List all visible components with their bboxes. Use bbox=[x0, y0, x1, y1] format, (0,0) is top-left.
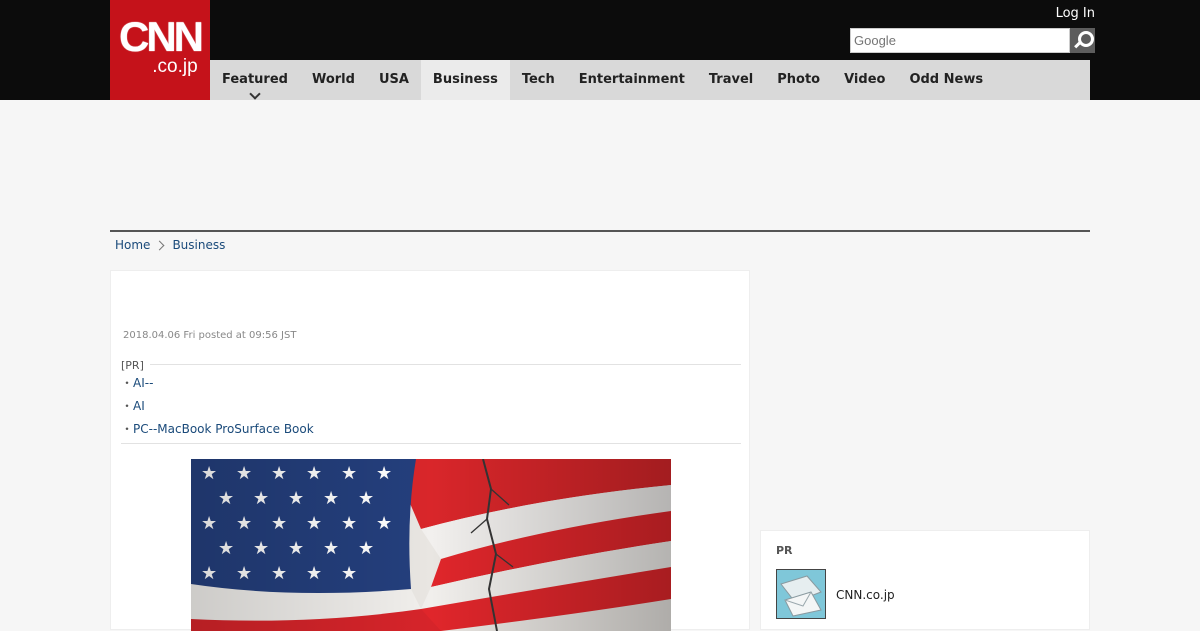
breadcrumb-current[interactable]: Business bbox=[172, 238, 225, 252]
nav-business[interactable]: Business bbox=[420, 60, 510, 100]
breadcrumb-home[interactable]: Home bbox=[115, 238, 150, 252]
sidebar-pr-tag: PR bbox=[776, 544, 793, 557]
search-input[interactable] bbox=[850, 28, 1070, 53]
nav-label: Odd News bbox=[909, 72, 984, 87]
sidebar-pr-box: PR CNN.co.jp bbox=[760, 530, 1090, 630]
nav-label: Photo bbox=[777, 72, 821, 87]
nav-odd-news[interactable]: Odd News bbox=[897, 60, 995, 100]
list-item: ・AI-- bbox=[121, 375, 314, 398]
sidebar-pr-label[interactable]: CNN.co.jp bbox=[836, 588, 895, 602]
pr-tag: [PR] bbox=[121, 359, 150, 372]
nav-label: Tech bbox=[521, 72, 555, 87]
nav-label: World bbox=[311, 72, 355, 87]
search-icon bbox=[1078, 31, 1094, 47]
nav-label: USA bbox=[378, 72, 409, 87]
nav-photo[interactable]: Photo bbox=[765, 60, 832, 100]
post-date: 2018.04.06 Fri posted at 09:56 JST bbox=[123, 330, 297, 341]
search-form bbox=[850, 28, 1095, 53]
breadcrumb: Home Business bbox=[115, 238, 225, 252]
laptop-mail-icon bbox=[777, 570, 825, 618]
bullet: ・ bbox=[121, 422, 134, 436]
nav-label: Entertainment bbox=[578, 72, 685, 87]
pr-links-block: [PR] ・AI-- ・AI ・PC--MacBook ProSurface B… bbox=[121, 359, 741, 444]
logo-sub-text: .co.jp bbox=[152, 56, 198, 77]
list-item: ・PC--MacBook ProSurface Book bbox=[121, 421, 314, 444]
chevron-right-icon bbox=[154, 240, 165, 250]
nav-label: Travel bbox=[708, 72, 754, 87]
bullet: ・ bbox=[121, 399, 134, 413]
nav-featured[interactable]: Featured bbox=[210, 60, 300, 100]
search-button[interactable] bbox=[1070, 28, 1095, 53]
chevron-down-icon bbox=[249, 88, 261, 100]
logo-main-text: CNN bbox=[119, 13, 204, 60]
nav-tech[interactable]: Tech bbox=[510, 60, 567, 100]
top-header-bar: CNN .co.jp Log In Featured World USA Bus… bbox=[0, 0, 1200, 100]
nav-world[interactable]: World bbox=[300, 60, 367, 100]
list-item: ・AI bbox=[121, 398, 314, 421]
login-link[interactable]: Log In bbox=[1056, 6, 1095, 21]
main-nav: Featured World USA Business Tech Enterta… bbox=[210, 60, 1090, 100]
us-flag-graphic: ★★★★★★ ★★★★★ ★★★★★★ ★★★★★ ★★★★★ bbox=[191, 459, 671, 631]
article-image-us-flag: ★★★★★★ ★★★★★ ★★★★★★ ★★★★★ ★★★★★ bbox=[191, 459, 671, 631]
pr-link[interactable]: AI bbox=[133, 399, 145, 413]
cnn-logo[interactable]: CNN .co.jp bbox=[110, 0, 210, 100]
sidebar-pr-thumbnail[interactable] bbox=[776, 569, 826, 619]
pr-link-list: ・AI-- ・AI ・PC--MacBook ProSurface Book bbox=[121, 375, 314, 444]
nav-video[interactable]: Video bbox=[832, 60, 897, 100]
nav-travel[interactable]: Travel bbox=[697, 60, 765, 100]
pr-link[interactable]: PC--MacBook ProSurface Book bbox=[133, 422, 314, 436]
nav-label: Featured bbox=[222, 72, 288, 87]
article-card: 2018.04.06 Fri posted at 09:56 JST [PR] … bbox=[110, 270, 750, 631]
nav-usa[interactable]: USA bbox=[367, 60, 421, 100]
pr-link[interactable]: AI-- bbox=[133, 376, 153, 390]
nav-label: Video bbox=[844, 72, 886, 87]
section-divider bbox=[110, 230, 1090, 232]
nav-entertainment[interactable]: Entertainment bbox=[567, 60, 697, 100]
nav-label: Business bbox=[432, 72, 498, 87]
bullet: ・ bbox=[121, 376, 134, 390]
